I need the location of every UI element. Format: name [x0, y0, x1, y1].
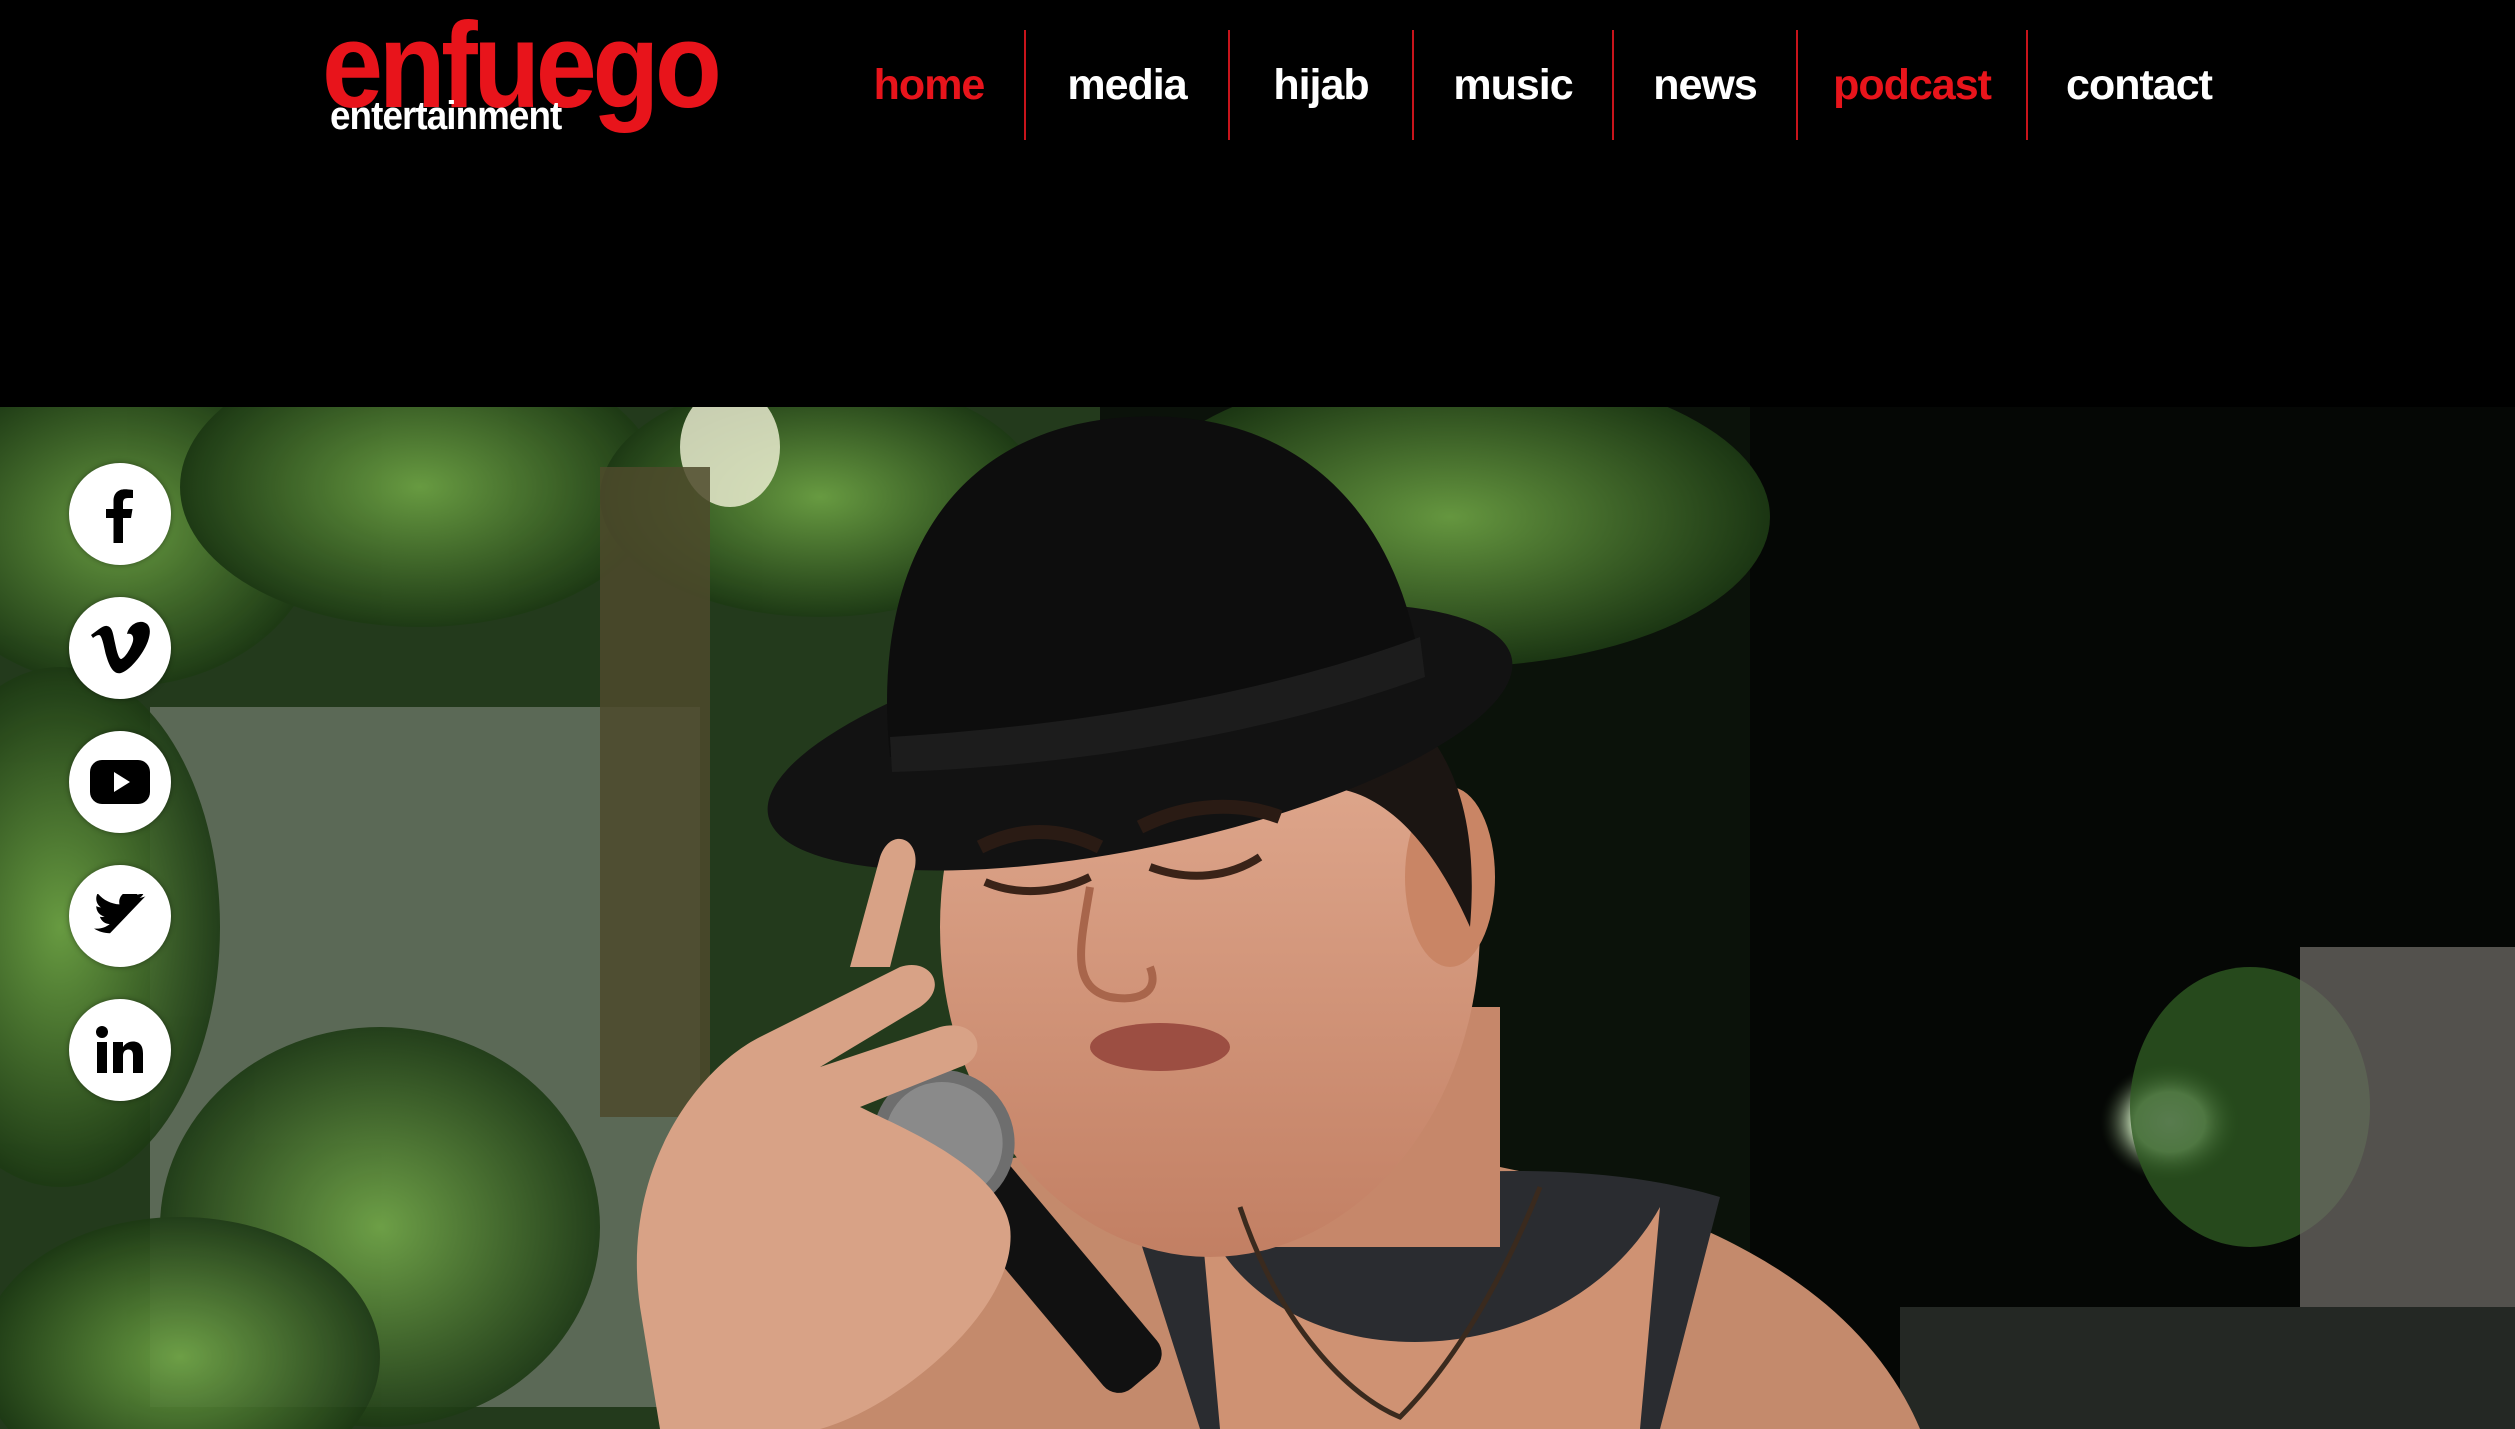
singer-performing-icon	[0, 407, 2515, 1429]
twitter-button[interactable]	[69, 865, 171, 967]
youtube-icon	[90, 760, 150, 804]
twitter-icon	[94, 894, 146, 934]
site-logo[interactable]: enfuego entertainment	[322, 4, 742, 144]
linkedin-button[interactable]	[69, 999, 171, 1101]
nav-item-news[interactable]: news	[1614, 30, 1796, 140]
youtube-button[interactable]	[69, 731, 171, 833]
social-bar	[69, 463, 171, 1133]
facebook-icon	[106, 489, 133, 543]
hero-banner	[0, 407, 2515, 1429]
nav-item-home[interactable]: home	[834, 30, 1024, 140]
vimeo-icon	[91, 621, 150, 674]
logo-tagline: entertainment	[330, 94, 562, 138]
main-nav: home media hijab music news podcast cont…	[834, 30, 2250, 140]
nav-item-media[interactable]: media	[1026, 30, 1228, 140]
site-header: enfuego entertainment home media hijab m…	[0, 0, 2515, 407]
nav-item-contact[interactable]: contact	[2028, 30, 2250, 140]
vimeo-button[interactable]	[69, 597, 171, 699]
nav-item-music[interactable]: music	[1414, 30, 1612, 140]
nav-item-podcast[interactable]: podcast	[1798, 30, 2026, 140]
nav-item-hijab[interactable]: hijab	[1230, 30, 1412, 140]
linkedin-icon	[96, 1026, 143, 1073]
facebook-button[interactable]	[69, 463, 171, 565]
